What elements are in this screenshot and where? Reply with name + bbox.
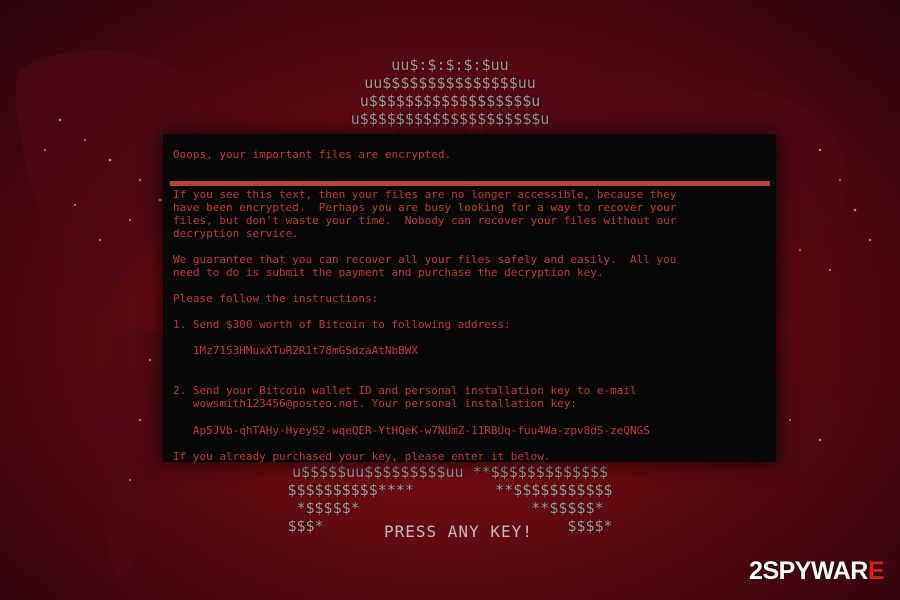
instruction-step-1: 1. Send $300 worth of Bitcoin to followi… <box>173 318 511 331</box>
ransom-paragraph-1: If you see this text, then your files ar… <box>173 188 677 240</box>
press-any-key-text: PRESS ANY KEY! <box>384 522 533 541</box>
logo-accent-letter: E <box>867 557 885 585</box>
ascii-skull-top: uu$:$:$:$:$uu uu$$$$$$$$$$$$$$$uu u$$$$$… <box>350 56 550 128</box>
2spyware-logo: 2SPYWARE <box>749 557 884 586</box>
ransom-paragraph-2: We guarantee that you can recover all yo… <box>173 253 677 279</box>
ransom-terminal-window: Ooops, your important files are encrypte… <box>163 134 776 462</box>
key-entry-prompt: If you already purchased your key, pleas… <box>173 450 551 462</box>
logo-text: 2SPYWAR <box>749 557 868 585</box>
instruction-step-2: 2. Send your Bitcoin wallet ID and perso… <box>173 384 637 410</box>
instructions-heading: Please follow the instructions: <box>173 292 379 305</box>
header-divider <box>170 181 770 186</box>
ransom-header: Ooops, your important files are encrypte… <box>173 148 452 161</box>
installation-key: Ap5JVb-qhTAHy-HyeyS2-wqeQER-YtHQeK-w7NUm… <box>173 424 650 437</box>
bitcoin-address: 1Mz7153HMuxXTuR2R1t78mGSdzaAtNbBWX <box>173 344 419 357</box>
